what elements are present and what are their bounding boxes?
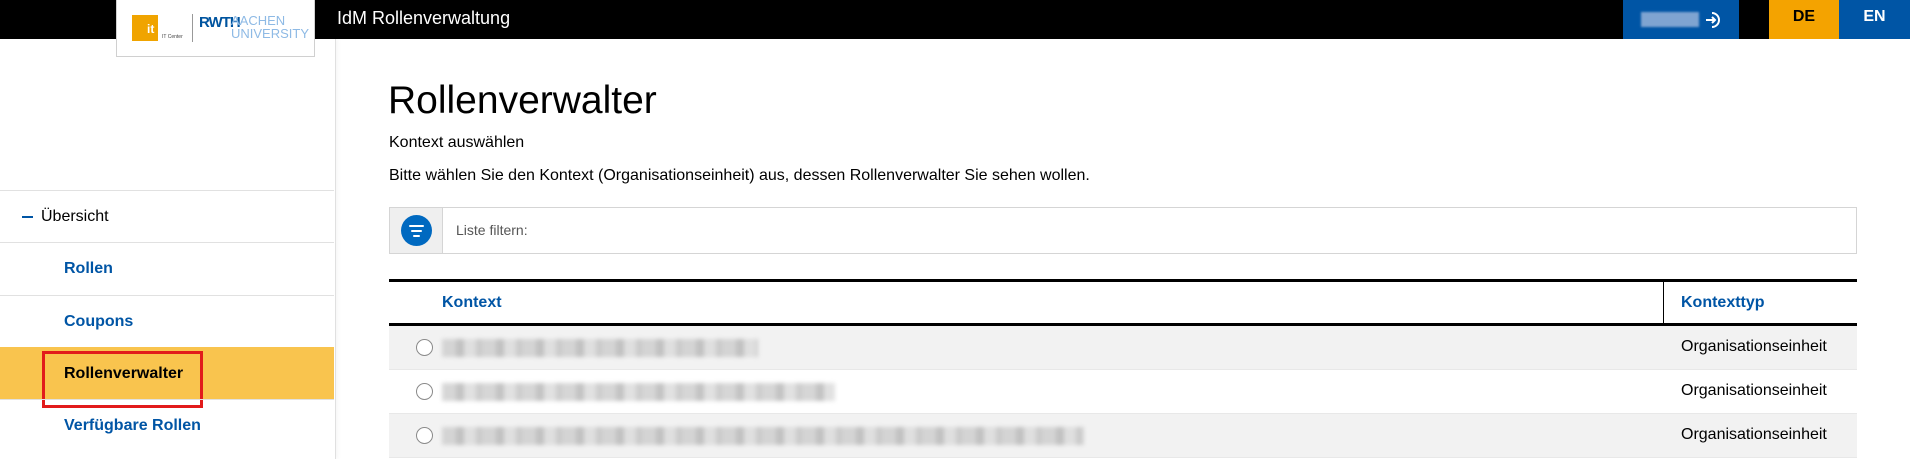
sidebar-item-coupons[interactable]: Coupons [0, 295, 334, 347]
sidebar-item-label: Rollenverwalter [64, 365, 184, 382]
username-redacted [1641, 12, 1699, 27]
sidebar: Übersicht Rollen Coupons Rollenverwalter… [0, 39, 336, 459]
filter-button[interactable] [390, 208, 443, 253]
page-description: Bitte wählen Sie den Kontext (Organisati… [389, 167, 1090, 184]
context-redacted [442, 383, 835, 401]
filter-label: Liste filtern: [456, 222, 528, 238]
row-radio[interactable] [416, 427, 433, 444]
context-redacted [442, 427, 1084, 445]
rwth-itc-logo[interactable]: it IT Center RWTH AACHEN UNIVERSITY [116, 0, 315, 57]
context-type-cell: Organisationseinheit [1681, 338, 1827, 355]
sidebar-item-verfuegbare-rollen[interactable]: Verfügbare Rollen [0, 399, 334, 451]
context-type-cell: Organisationseinheit [1681, 382, 1827, 399]
sidebar-item-label: Coupons [64, 313, 134, 330]
sidebar-item-label: Übersicht [41, 208, 109, 225]
column-header-kontext[interactable]: Kontext [442, 294, 502, 312]
table-row[interactable]: Organisationseinheit [389, 370, 1857, 414]
context-redacted [442, 339, 758, 357]
language-de-button[interactable]: DE [1769, 0, 1839, 39]
table-header: Kontext Kontexttyp [389, 279, 1857, 326]
filter-icon [401, 215, 432, 246]
context-type-cell: Organisationseinheit [1681, 426, 1827, 443]
sidebar-item-rollenverwalter[interactable]: Rollenverwalter [0, 347, 334, 408]
filter-input[interactable]: Liste filtern: [389, 207, 1857, 254]
sidebar-item-overview[interactable]: Übersicht [0, 190, 334, 242]
user-login-button[interactable] [1623, 0, 1739, 39]
sidebar-item-rollen[interactable]: Rollen [0, 242, 334, 294]
table-row[interactable]: Organisationseinheit [389, 326, 1857, 370]
section-subtitle: Kontext auswählen [389, 134, 525, 151]
collapse-icon [22, 216, 33, 218]
column-header-kontexttyp[interactable]: Kontexttyp [1681, 294, 1765, 312]
language-en-button[interactable]: EN [1839, 0, 1910, 39]
column-divider [1663, 282, 1664, 326]
sidebar-item-label: Rollen [64, 260, 113, 277]
row-radio[interactable] [416, 383, 433, 400]
aachen-university-wordmark: AACHEN UNIVERSITY [231, 13, 310, 41]
table-row[interactable]: Organisationseinheit [389, 414, 1857, 458]
row-radio[interactable] [416, 339, 433, 356]
page-title: Rollenverwalter [388, 79, 657, 122]
sidebar-item-label: Verfügbare Rollen [64, 417, 201, 434]
login-icon [1706, 12, 1720, 28]
app-title: IdM Rollenverwaltung [337, 8, 511, 28]
logo-divider [192, 14, 193, 42]
